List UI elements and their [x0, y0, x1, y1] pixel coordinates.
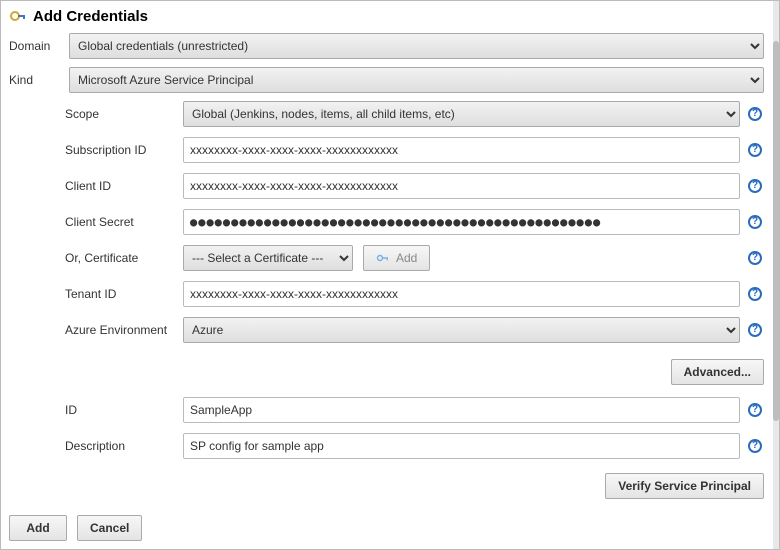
help-azure-environment[interactable]: ?: [746, 323, 764, 337]
scope-select[interactable]: Global (Jenkins, nodes, items, all child…: [183, 101, 740, 127]
description-input[interactable]: [183, 433, 740, 459]
domain-select[interactable]: Global credentials (unrestricted): [69, 33, 764, 59]
help-client-secret[interactable]: ?: [746, 215, 764, 229]
main-form: Domain Global credentials (unrestricted)…: [9, 33, 764, 499]
advanced-button[interactable]: Advanced...: [671, 359, 764, 385]
certificate-row: --- Select a Certificate --- Add: [183, 245, 740, 271]
add-credentials-dialog: Add Credentials Domain Global credential…: [0, 0, 780, 550]
dialog-body: Add Credentials Domain Global credential…: [1, 1, 772, 549]
label-azure-environment: Azure Environment: [65, 323, 177, 337]
key-icon: [9, 7, 27, 25]
help-tenant-id[interactable]: ?: [746, 287, 764, 301]
title-row: Add Credentials: [9, 7, 764, 25]
advanced-label: Advanced...: [684, 365, 751, 379]
kind-select[interactable]: Microsoft Azure Service Principal: [69, 67, 764, 93]
indented-section: Scope Global (Jenkins, nodes, items, all…: [9, 101, 764, 499]
label-tenant-id: Tenant ID: [65, 287, 177, 301]
label-description: Description: [65, 439, 177, 453]
cancel-button[interactable]: Cancel: [77, 515, 142, 541]
add-certificate-button[interactable]: Add: [363, 245, 430, 271]
key-icon: [376, 252, 390, 264]
label-client-id: Client ID: [65, 179, 177, 193]
help-subscription-id[interactable]: ?: [746, 143, 764, 157]
help-icon: ?: [748, 215, 762, 229]
help-client-id[interactable]: ?: [746, 179, 764, 193]
client-id-input[interactable]: [183, 173, 740, 199]
tenant-id-input[interactable]: [183, 281, 740, 307]
subscription-id-input[interactable]: [183, 137, 740, 163]
help-icon: ?: [748, 107, 762, 121]
label-scope: Scope: [65, 107, 177, 121]
id-input[interactable]: [183, 397, 740, 423]
add-certificate-label: Add: [396, 251, 417, 265]
help-icon: ?: [748, 251, 762, 265]
help-icon: ?: [748, 403, 762, 417]
certificate-select[interactable]: --- Select a Certificate ---: [183, 245, 353, 271]
help-scope[interactable]: ?: [746, 107, 764, 121]
help-icon: ?: [748, 179, 762, 193]
help-icon: ?: [748, 323, 762, 337]
footer-buttons: Add Cancel: [9, 515, 142, 541]
label-domain: Domain: [9, 39, 65, 53]
verify-service-principal-button[interactable]: Verify Service Principal: [605, 473, 764, 499]
verify-label: Verify Service Principal: [618, 479, 751, 493]
label-client-secret: Client Secret: [65, 215, 177, 229]
help-description[interactable]: ?: [746, 439, 764, 453]
help-icon: ?: [748, 143, 762, 157]
help-icon: ?: [748, 287, 762, 301]
label-id: ID: [65, 403, 177, 417]
help-icon: ?: [748, 439, 762, 453]
client-secret-input[interactable]: [183, 209, 740, 235]
scrollbar-thumb[interactable]: [773, 41, 779, 421]
page-title: Add Credentials: [33, 8, 148, 25]
help-id[interactable]: ?: [746, 403, 764, 417]
azure-environment-select[interactable]: Azure: [183, 317, 740, 343]
label-or-certificate: Or, Certificate: [65, 251, 177, 265]
help-certificate[interactable]: ?: [746, 251, 764, 265]
add-button[interactable]: Add: [9, 515, 67, 541]
label-subscription-id: Subscription ID: [65, 143, 177, 157]
label-kind: Kind: [9, 73, 65, 87]
